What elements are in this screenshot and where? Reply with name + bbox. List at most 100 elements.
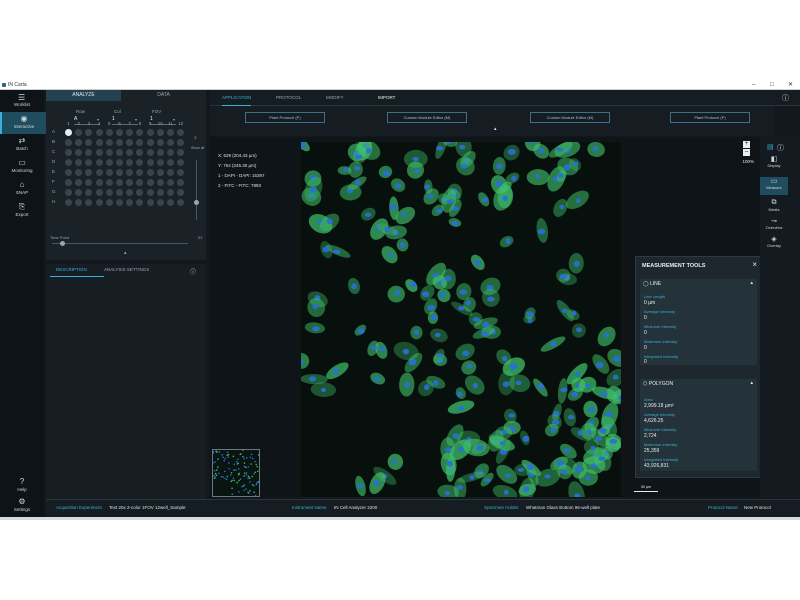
- well[interactable]: [85, 139, 93, 146]
- plate-row-label[interactable]: G: [52, 189, 56, 194]
- tool-measure[interactable]: ▭ Measure: [760, 177, 788, 195]
- nav-item-snap[interactable]: ⌂ SNAP: [0, 178, 44, 200]
- well[interactable]: [126, 139, 134, 146]
- well[interactable]: [85, 199, 93, 206]
- well[interactable]: [95, 189, 103, 196]
- well[interactable]: [126, 149, 134, 156]
- document-icon[interactable]: ▤: [767, 143, 774, 151]
- hamburger-icon[interactable]: ☰: [18, 93, 25, 102]
- well[interactable]: [146, 129, 154, 136]
- well[interactable]: [177, 129, 185, 136]
- chevron-up-icon[interactable]: ▴: [124, 250, 127, 256]
- minimize-icon[interactable]: –: [752, 81, 755, 89]
- line-section-title[interactable]: ◯ LINE: [643, 281, 661, 287]
- well[interactable]: [116, 199, 123, 206]
- well[interactable]: [65, 149, 72, 156]
- tab-data[interactable]: DATA: [126, 90, 201, 101]
- protocol-button-4[interactable]: Plant Protocol (P): [670, 112, 750, 123]
- close-window-icon[interactable]: ✕: [788, 81, 793, 89]
- well[interactable]: [65, 139, 72, 146]
- well[interactable]: [167, 159, 174, 166]
- well[interactable]: [95, 139, 103, 146]
- well[interactable]: [177, 139, 185, 146]
- plate-column-label[interactable]: 11: [166, 121, 175, 126]
- well[interactable]: [105, 189, 113, 196]
- well[interactable]: [146, 189, 154, 196]
- well[interactable]: [95, 179, 103, 186]
- well[interactable]: [75, 159, 83, 166]
- well[interactable]: [95, 129, 103, 136]
- tool-overlay[interactable]: ◈ Overlay: [760, 235, 788, 248]
- well[interactable]: [95, 199, 103, 206]
- plate-column-label[interactable]: 10: [156, 121, 165, 126]
- well[interactable]: [105, 179, 113, 186]
- well[interactable]: [136, 149, 144, 156]
- well[interactable]: [85, 169, 93, 176]
- well[interactable]: [105, 159, 113, 166]
- well[interactable]: [75, 139, 83, 146]
- tab-import[interactable]: IMPORT: [378, 90, 395, 105]
- well[interactable]: [156, 159, 164, 166]
- well[interactable]: [95, 169, 103, 176]
- well[interactable]: [126, 189, 134, 196]
- protocol-button-2[interactable]: Custom Module Editor (M): [387, 112, 467, 123]
- well[interactable]: [177, 179, 185, 186]
- well[interactable]: [75, 179, 83, 186]
- well[interactable]: [116, 159, 123, 166]
- well[interactable]: [116, 189, 123, 196]
- polygon-section-title[interactable]: ⬡ POLYGON: [643, 381, 673, 387]
- well[interactable]: [136, 139, 144, 146]
- nav-item-batch[interactable]: ⇄ Batch: [0, 134, 44, 156]
- well[interactable]: [177, 199, 185, 206]
- well[interactable]: [156, 189, 164, 196]
- well[interactable]: [116, 129, 123, 136]
- well[interactable]: [75, 149, 83, 156]
- info-icon[interactable]: ⓘ: [777, 143, 784, 153]
- well[interactable]: [126, 129, 134, 136]
- well[interactable]: [177, 189, 185, 196]
- well[interactable]: [116, 149, 123, 156]
- well[interactable]: [65, 199, 72, 206]
- tool-media[interactable]: ⧉ Media: [760, 199, 788, 212]
- well[interactable]: [136, 169, 144, 176]
- well[interactable]: [156, 129, 164, 136]
- well[interactable]: [167, 169, 174, 176]
- well[interactable]: [105, 169, 113, 176]
- well[interactable]: [156, 139, 164, 146]
- well[interactable]: [156, 179, 164, 186]
- well[interactable]: [95, 159, 103, 166]
- well[interactable]: [116, 169, 123, 176]
- protocol-button-3[interactable]: Custom Module Editor (M): [530, 112, 610, 123]
- plate-column-label[interactable]: 4: [95, 121, 104, 126]
- plate-column-label[interactable]: 1: [64, 121, 73, 126]
- well[interactable]: [85, 149, 93, 156]
- maximize-icon[interactable]: □: [770, 81, 774, 89]
- show-all-toggle[interactable]: Show all: [191, 146, 204, 150]
- well[interactable]: [65, 189, 72, 196]
- well[interactable]: [65, 129, 72, 136]
- well[interactable]: [167, 139, 174, 146]
- well[interactable]: [156, 169, 164, 176]
- well[interactable]: [146, 199, 154, 206]
- nav-worklist[interactable]: Worklist: [0, 102, 44, 107]
- well[interactable]: [156, 199, 164, 206]
- well[interactable]: [136, 159, 144, 166]
- info-icon[interactable]: ⓘ: [190, 267, 196, 276]
- plate-column-label[interactable]: 6: [115, 121, 124, 126]
- well[interactable]: [136, 179, 144, 186]
- chevron-up-icon[interactable]: ▴: [494, 126, 497, 132]
- chevron-up-icon[interactable]: ▴: [750, 280, 753, 286]
- well[interactable]: [136, 189, 144, 196]
- well[interactable]: [105, 149, 113, 156]
- well[interactable]: [167, 129, 174, 136]
- well[interactable]: [85, 179, 93, 186]
- well[interactable]: [136, 129, 144, 136]
- well[interactable]: [136, 199, 144, 206]
- well[interactable]: [65, 169, 72, 176]
- plate-column-label[interactable]: 12: [176, 121, 185, 126]
- plate-row-label[interactable]: H: [52, 199, 55, 204]
- tab-modify[interactable]: MODIFY: [326, 90, 344, 105]
- plate-column-label[interactable]: 3: [84, 121, 93, 126]
- fov-slider-handle[interactable]: [194, 200, 199, 205]
- zoom-in-button[interactable]: +: [743, 141, 750, 148]
